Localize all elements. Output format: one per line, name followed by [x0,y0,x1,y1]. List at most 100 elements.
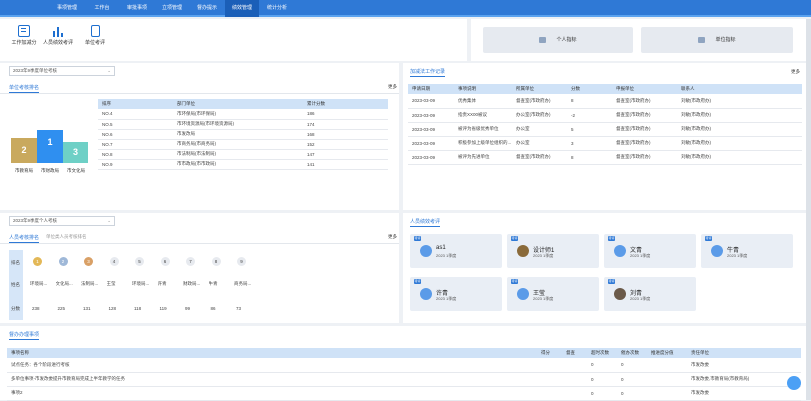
eval-card[interactable]: 待评 刘青 2023 1季度 [604,277,696,311]
person-name[interactable]: 财政局... [183,281,205,287]
col-header: 累计分数 [303,99,388,109]
person-period: 2023 1季度 [436,253,457,258]
table-cell: 186 [303,109,388,120]
person-name[interactable]: 法制局... [81,281,103,287]
book-icon [90,25,100,37]
tab-unit-person-ranking[interactable]: 单位类人员考核排名 [46,234,87,240]
quarter-select[interactable]: 2023年9季度单位考核 ⌄ [9,66,115,76]
person-name[interactable]: 牛青 [209,281,231,287]
unit-eval-action[interactable]: 单位考评 [75,25,115,46]
table-row[interactable]: 试点任务：各个阶段进行考核 0 0 市发改委 [7,358,801,373]
unit-ranking-table: 排序 部门单位 累计分数 NO.4 市环保局(市环保局) 186 NO.5 市环境资源局(市… [98,99,388,170]
nav-tab[interactable]: 督办提示 [190,0,224,17]
eval-card[interactable]: 待评 王莹 2023 1季度 [507,277,599,311]
select-value: 2023年9季度个人考核 [13,218,58,223]
table-cell [562,372,587,387]
person-eval-action[interactable]: 人员绩效考评 [38,25,78,46]
avatar [420,245,432,257]
person-name[interactable]: 环境局... [30,281,52,287]
table-cell [537,372,562,387]
table-row[interactable]: NO.4 市环保局(市环保局) 186 [98,109,388,120]
podium-1: 1 [37,130,63,163]
person-period: 2023 1季度 [727,253,748,258]
nav-tab[interactable]: 绩效管理 [225,0,259,17]
table-cell: 刘敏(市政府办) [677,108,802,123]
personal-indicator-card[interactable]: 个人指标 [483,27,633,53]
person-score: 99 [185,306,191,311]
person-name[interactable]: 商务局... [234,281,256,287]
quarter-select[interactable]: 2023年9季度个人考核 ⌄ [9,216,115,226]
person-name[interactable]: 王莹 [107,281,129,287]
table-cell [537,386,562,401]
table-cell: 市发改委,市教育局(市教育局) [687,372,801,387]
unit-indicator-card[interactable]: 单位指标 [641,27,793,53]
person-score: 131 [83,306,91,311]
more-link[interactable]: 更多 [791,69,800,75]
col-header: 排序 [98,99,173,109]
table-row[interactable]: NO.9 市市政局(市市政局) 141 [98,159,388,170]
table-row[interactable]: 2023-03-09 优秀集体 督查室(市政府办) 8 督查室(市政府办) 刘敏(市政府办… [408,94,802,109]
person-score: 73 [236,306,242,311]
table-cell: NO.5 [98,119,173,130]
person-score: 128 [108,306,117,311]
col-header: 分数 [567,84,612,94]
table-cell: 市法制局(市法制局) [173,149,303,160]
more-link[interactable]: 更多 [388,234,397,240]
person-score: 86 [210,306,216,311]
rank-badge: 6 [160,257,170,266]
table-row[interactable]: 事项2 0 0 市发改委 [7,386,801,401]
eval-card[interactable]: 待评 许青 2023 1季度 [410,277,502,311]
rank-badge: 8 [211,257,221,266]
col-header: 催办次数 [617,348,647,358]
nav-tab[interactable]: 事项管理 [50,0,84,17]
scrollbar[interactable] [806,19,811,400]
col-header: 申请日期 [408,84,454,94]
tab-person-ranking[interactable]: 人员考核排名 [9,234,40,243]
eval-card[interactable]: 待评 文青 2023 1季度 [604,234,696,268]
person-name[interactable]: 文化局... [56,281,78,287]
table-cell: 0 [617,372,647,387]
quick-action-label: 人员绩效考评 [42,40,73,46]
table-row[interactable]: NO.7 市商务局(市商务局) 152 [98,139,388,150]
pending-badge: 待评 [414,279,421,284]
table-row[interactable]: 2023-03-09 被评为省级优秀单位 办公室 5 督查室(市政府办) 刘敏(市政府办) [408,122,802,137]
more-link[interactable]: 更多 [388,84,397,90]
podium-2: 2 [11,138,37,163]
table-row[interactable]: 2023-03-09 被评为先进单位 督查室(市政府办) 8 督查室(市政府办) 刘敏(市… [408,150,802,165]
card-label: 单位指标 [715,37,736,43]
table-row[interactable]: 2023-03-09 积极参加上级单位组织的... 办公室 3 督查室(市政府办) 刘敏(… [408,136,802,151]
table-cell: 市发改委 [687,358,801,373]
table-cell [537,358,562,373]
person-period: 2023 1季度 [630,296,651,301]
table-row[interactable]: NO.8 市法制局(市法制局) 147 [98,149,388,160]
table-cell: 152 [303,139,388,150]
nav-tab[interactable]: 工作台 [85,0,119,17]
nav-tab[interactable]: 审批事项 [120,0,154,17]
help-button[interactable] [787,376,801,390]
person-name[interactable]: 许青 [158,281,180,287]
table-cell: 147 [303,149,388,160]
table-cell: 174 [303,119,388,130]
table-cell: 督查室(市政府办) [612,94,677,109]
col-header: 申报单位 [612,84,677,94]
podium-label: 市财政局 [41,168,59,173]
table-row[interactable]: NO.6 市发改局 168 [98,129,388,140]
table-row[interactable]: 多单位事项-市发改委提升市教育局完成上半年教学的任务 0 0 市发改委,市教育局(市教… [7,372,801,387]
rank-badge: 7 [186,257,195,266]
table-row[interactable]: 2023-03-09 指责XX00被议 办公室(市政府办) -2 督查室(市政府办) 刘敏… [408,108,802,123]
table-row[interactable]: NO.5 市环境资源局(市环境资源局) 174 [98,119,388,130]
row-label: 排名 [11,260,20,265]
eval-card[interactable]: 待评 设计师1 2023 1季度 [507,234,599,268]
row-label: 分数 [11,306,20,311]
nav-tab[interactable]: 立项管理 [155,0,189,17]
table-cell: 0 [587,372,617,387]
col-header: 事项名称 [7,348,537,358]
nav-tab[interactable]: 统计分析 [260,0,294,17]
avatar [420,288,432,300]
table-cell: NO.6 [98,129,173,140]
person-name[interactable]: 环境局... [132,281,154,287]
table-cell: 3 [567,136,612,151]
card-label: 个人指标 [556,37,577,43]
eval-card[interactable]: 待评 牛青 2023 1季度 [701,234,793,268]
eval-card[interactable]: 待评 as1 2023 1季度 [410,234,502,268]
